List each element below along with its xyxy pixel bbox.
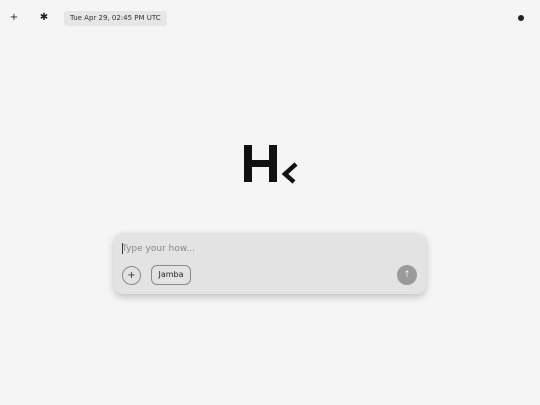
add-attachment-button[interactable]: + [122, 266, 141, 285]
settings-icon[interactable]: ✱ [38, 12, 50, 24]
app-window: + ✱ Tue Apr 29, 02:45 PM UTC + Jamba ↑ [0, 0, 540, 405]
message-input[interactable] [122, 242, 402, 256]
timestamp-badge: Tue Apr 29, 02:45 PM UTC [64, 11, 167, 26]
status-dot-icon[interactable] [518, 15, 524, 21]
text-caret [122, 243, 123, 254]
model-selector-button[interactable]: Jamba [151, 265, 191, 285]
new-chat-icon[interactable]: + [8, 12, 20, 24]
logo-mark [244, 145, 298, 184]
message-composer: + Jamba ↑ [114, 233, 426, 294]
send-button[interactable]: ↑ [397, 265, 417, 285]
